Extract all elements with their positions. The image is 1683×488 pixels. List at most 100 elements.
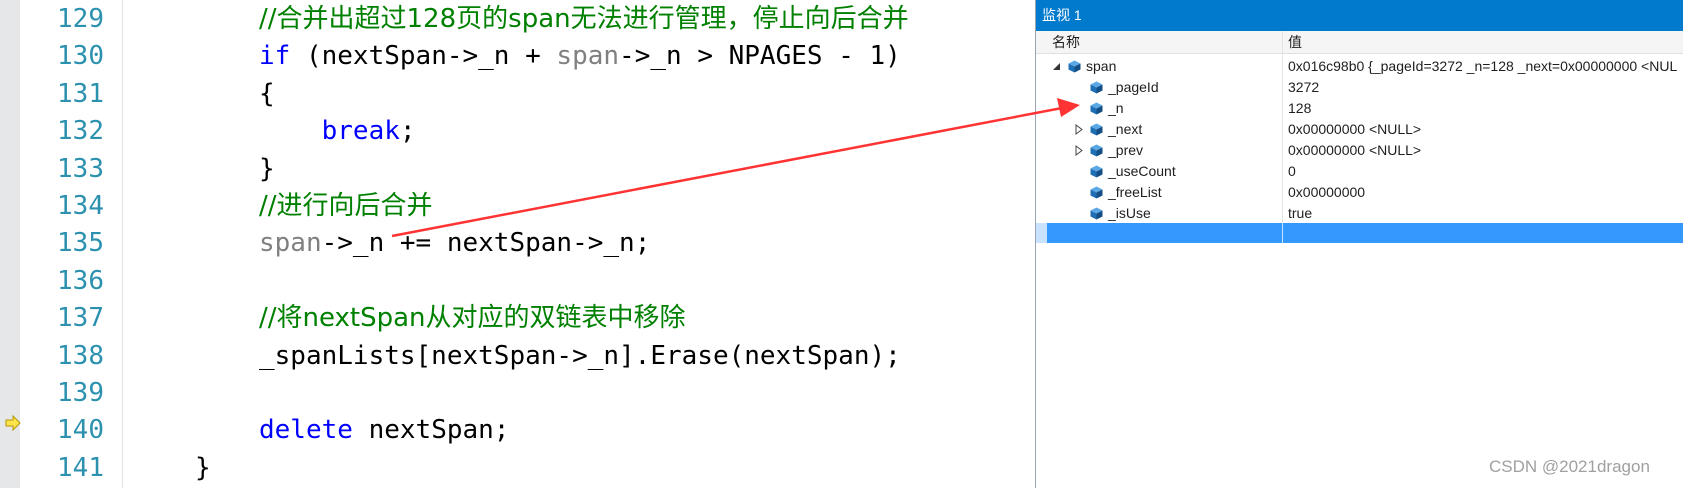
line-number: 137 <box>57 303 104 334</box>
watch-row-span[interactable]: span 0x016c98b0 {_pageId=3272 _n=128 _nex… <box>1036 56 1683 77</box>
column-header-name[interactable]: 名称 <box>1052 31 1080 53</box>
code-text[interactable]: //将nextSpan从对应的双链表中移除 <box>259 300 686 337</box>
code-token: (nextSpan->_n + <box>290 41 557 72</box>
line-number: 132 <box>57 116 104 147</box>
watermark: CSDN @2021dragon <box>1489 457 1650 476</box>
collapsed-triangle-icon[interactable] <box>1074 145 1084 156</box>
line-number: 134 <box>57 191 104 221</box>
line-number: 133 <box>57 153 104 184</box>
comment-token: //合并出超过128页的span无法进行管理，停止向后合并 <box>259 4 909 34</box>
code-token: _spanLists[nextSpan->_n].Erase(nextSpan)… <box>259 340 901 371</box>
watch-item-name: _pageId <box>1108 79 1159 95</box>
watch-item-name: span <box>1086 58 1117 74</box>
watch-row-pageId[interactable]: _pageId 3272 <box>1036 77 1683 98</box>
watch-item-value[interactable]: 0x00000000 <box>1288 182 1365 203</box>
code-text[interactable]: span->_n += nextSpan->_n; <box>259 225 650 262</box>
field-cube-icon <box>1090 207 1103 220</box>
variable-token: span <box>556 41 620 72</box>
code-text[interactable]: } <box>259 151 275 188</box>
watch-row-isUse[interactable]: _isUse true <box>1036 203 1683 224</box>
selected-row-margin <box>1036 223 1047 243</box>
variable-token: span <box>259 228 322 259</box>
code-editor[interactable]: 129 //合并出超过128页的span无法进行管理，停止向后合并 130 if (n… <box>0 0 1036 488</box>
code-text[interactable]: //合并出超过128页的span无法进行管理，停止向后合并 <box>259 1 909 38</box>
code-line[interactable]: 131 { <box>0 76 1036 113</box>
watch-item-value[interactable]: true <box>1288 203 1312 224</box>
watch-item-name: _freeList <box>1108 184 1162 200</box>
line-number: 139 <box>57 378 104 408</box>
code-line[interactable]: 138 _spanLists[nextSpan->_n].Erase(nextSp… <box>0 338 1036 375</box>
watch-item-value[interactable]: 3272 <box>1288 77 1319 98</box>
line-number: 130 <box>57 41 104 72</box>
watch-new-item-row[interactable] <box>1036 223 1683 243</box>
keyword-token: if <box>259 41 291 72</box>
watch-title: 监视 1 <box>1042 7 1082 23</box>
code-line[interactable]: 136 <box>0 263 1036 300</box>
field-cube-icon <box>1090 102 1103 115</box>
code-text[interactable]: delete nextSpan; <box>259 412 509 449</box>
code-line[interactable]: 135 span->_n += nextSpan->_n; <box>0 225 1036 262</box>
line-number: 129 <box>57 4 104 34</box>
line-number: 131 <box>57 78 104 109</box>
code-line[interactable]: 133} <box>0 151 1036 188</box>
watch-column-header: 名称 值 <box>1036 31 1683 54</box>
watch-item-value[interactable]: 0x00000000 <NULL> <box>1288 119 1421 140</box>
line-number: 140 <box>57 415 104 446</box>
code-line[interactable]: 129 //合并出超过128页的span无法进行管理，停止向后合并 <box>0 1 1036 38</box>
watch-title-bar[interactable]: 监视 1 <box>1036 0 1683 31</box>
code-line[interactable]: 140 delete nextSpan; <box>0 412 1036 449</box>
code-token: { <box>259 78 275 109</box>
code-token: ->_n > NPAGES - 1) <box>619 41 901 72</box>
code-text[interactable]: break; <box>259 113 416 150</box>
field-cube-icon <box>1090 186 1103 199</box>
code-text[interactable]: { <box>259 76 275 113</box>
code-text[interactable]: if (nextSpan->_n + span->_n > NPAGES - 1… <box>259 38 901 75</box>
collapsed-triangle-icon[interactable] <box>1074 124 1084 135</box>
watch-item-name: _prev <box>1108 142 1144 158</box>
code-token: } <box>259 153 275 184</box>
column-header-value[interactable]: 值 <box>1288 31 1302 53</box>
code-line[interactable]: 141} <box>0 450 1036 487</box>
watch-row-n[interactable]: _n 128 <box>1036 98 1683 119</box>
code-text[interactable]: } <box>195 450 211 487</box>
watch-item-value[interactable]: 0 <box>1288 161 1296 182</box>
code-line[interactable]: 137 //将nextSpan从对应的双链表中移除 <box>0 300 1036 337</box>
code-token: ; <box>399 116 416 147</box>
watch-item-name: _next <box>1108 121 1143 137</box>
watch-item-value[interactable]: 0x016c98b0 {_pageId=3272 _n=128 _next=0x… <box>1288 56 1677 77</box>
line-number: 138 <box>57 340 104 371</box>
watch-item-name: _isUse <box>1108 205 1151 221</box>
code-token: } <box>195 452 211 483</box>
line-number: 141 <box>57 452 104 483</box>
watch-item-name: _useCount <box>1108 163 1176 179</box>
keyword-token: break <box>259 116 400 147</box>
line-number: 135 <box>57 228 104 259</box>
watch-row-freeList[interactable]: _freeList 0x00000000 <box>1036 182 1683 203</box>
line-number: 136 <box>57 265 104 296</box>
code-token: nextSpan; <box>352 415 510 446</box>
watch-row-prev[interactable]: _prev 0x00000000 <NULL> <box>1036 140 1683 161</box>
code-text[interactable]: //进行向后合并 <box>259 188 433 225</box>
field-cube-icon <box>1068 60 1081 73</box>
code-line[interactable]: 130 if (nextSpan->_n + span->_n > NPAGES … <box>0 38 1036 75</box>
code-token: ->_n += nextSpan->_n; <box>321 228 651 259</box>
watch-item-name: _n <box>1108 100 1124 116</box>
screenshot-root: 129 //合并出超过128页的span无法进行管理，停止向后合并 130 if (n… <box>0 0 1683 488</box>
code-line[interactable]: 132 break; <box>0 113 1036 150</box>
field-cube-icon <box>1090 123 1103 136</box>
code-text[interactable]: _spanLists[nextSpan->_n].Erase(nextSpan)… <box>259 338 901 375</box>
expanded-triangle-icon[interactable] <box>1052 61 1062 72</box>
selected-row-separator <box>1282 223 1283 243</box>
field-cube-icon <box>1090 81 1103 94</box>
field-cube-icon <box>1090 165 1103 178</box>
comment-token: //进行向后合并 <box>259 191 433 221</box>
watch-row-next[interactable]: _next 0x00000000 <NULL> <box>1036 119 1683 140</box>
watch-window[interactable]: 监视 1 名称 值 span 0x016c98b0 {_pageId=3272 _… <box>1035 0 1683 488</box>
watch-item-value[interactable]: 128 <box>1288 98 1311 119</box>
code-line[interactable]: 139 <box>0 375 1036 412</box>
code-line[interactable]: 134 //进行向后合并 <box>0 188 1036 225</box>
watch-item-value[interactable]: 0x00000000 <NULL> <box>1288 140 1421 161</box>
keyword-token: delete <box>259 415 353 446</box>
field-cube-icon <box>1090 144 1103 157</box>
watch-row-useCount[interactable]: _useCount 0 <box>1036 161 1683 182</box>
